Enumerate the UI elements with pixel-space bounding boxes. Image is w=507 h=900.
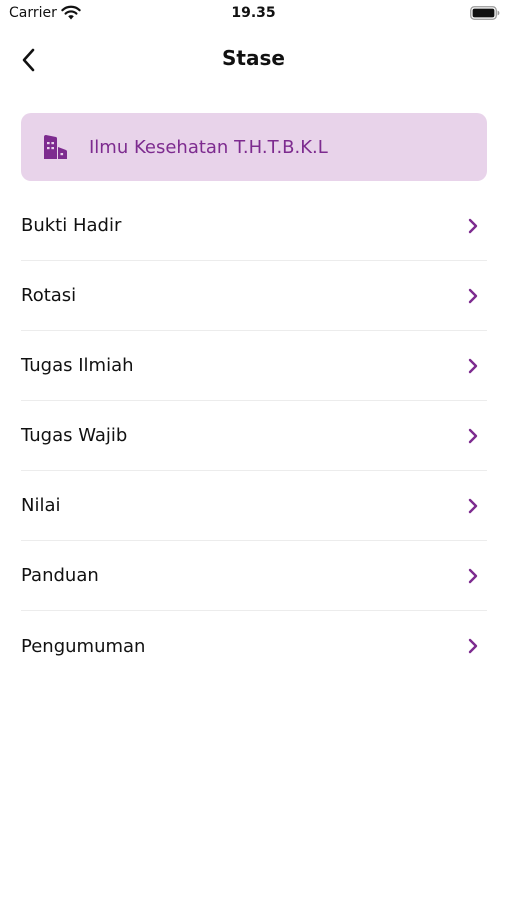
status-bar: Carrier 19.35 [0,0,507,28]
menu-item-label: Bukti Hadir [21,215,122,236]
menu-item-label: Panduan [21,565,99,586]
menu-item-pengumuman[interactable]: Pengumuman [21,611,487,681]
chevron-right-icon [468,428,478,444]
menu-item-bukti-hadir[interactable]: Bukti Hadir [21,191,487,261]
stase-screen: Carrier 19.35 Stase Ilmu Kesehatan T.H.T… [0,0,507,900]
menu-item-rotasi[interactable]: Rotasi [21,261,487,331]
battery-icon [470,6,500,20]
menu-list: Bukti Hadir Rotasi Tugas Ilmiah Tugas Wa… [21,191,487,681]
chevron-right-icon [468,568,478,584]
chevron-right-icon [468,218,478,234]
menu-item-panduan[interactable]: Panduan [21,541,487,611]
stase-name: Ilmu Kesehatan T.H.T.B.K.L [89,136,328,158]
chevron-right-icon [468,498,478,514]
page-title: Stase [222,46,285,70]
building-icon [44,135,67,159]
menu-item-nilai[interactable]: Nilai [21,471,487,541]
menu-item-tugas-ilmiah[interactable]: Tugas Ilmiah [21,331,487,401]
menu-item-label: Rotasi [21,285,77,306]
chevron-right-icon [468,638,478,654]
stase-card[interactable]: Ilmu Kesehatan T.H.T.B.K.L [21,113,487,181]
menu-item-label: Tugas Wajib [21,425,128,446]
menu-item-label: Tugas Ilmiah [21,355,134,376]
menu-item-label: Nilai [21,495,61,516]
clock: 19.35 [231,5,276,21]
chevron-right-icon [468,288,478,304]
chevron-right-icon [468,358,478,374]
menu-item-tugas-wajib[interactable]: Tugas Wajib [21,401,487,471]
menu-item-label: Pengumuman [21,635,146,657]
